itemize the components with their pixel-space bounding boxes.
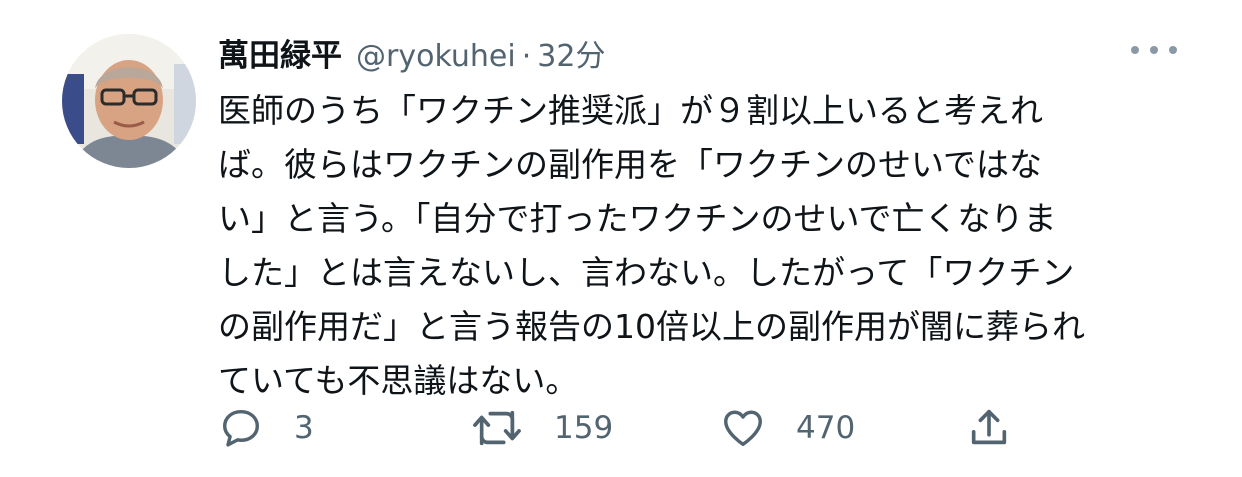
tweet-timestamp[interactable]: 32分 bbox=[537, 31, 605, 75]
tweet[interactable]: 萬田緑平 @ryokuhei · 32分 医師のうち「ワクチン推奨派」が９割以上… bbox=[0, 0, 1242, 477]
tweet-text-line: の副作用だ」と言う報告の10倍以上の副作用が闇に葬られ bbox=[218, 307, 1085, 346]
reply-icon bbox=[218, 405, 264, 451]
tweet-text-line: ていても不思議はない。 bbox=[218, 361, 579, 400]
retweet-button[interactable]: 159 bbox=[470, 402, 613, 454]
tweet-text: 医師のうち「ワクチン推奨派」が９割以上いると考えれ ば。彼らはワクチンの副作用を… bbox=[218, 84, 1158, 408]
heart-icon bbox=[720, 405, 766, 451]
share-button[interactable] bbox=[966, 402, 1012, 454]
more-dot bbox=[1169, 46, 1177, 54]
like-count: 470 bbox=[796, 410, 856, 446]
reply-count: 3 bbox=[294, 410, 314, 446]
more-options-icon[interactable] bbox=[1131, 38, 1177, 62]
more-dot bbox=[1131, 46, 1139, 54]
tweet-text-line: 医師のうち「ワクチン推奨派」が９割以上いると考えれ bbox=[218, 91, 1043, 130]
author-name[interactable]: 萬田緑平 bbox=[218, 30, 342, 75]
more-dot bbox=[1150, 46, 1158, 54]
reply-button[interactable]: 3 bbox=[218, 402, 314, 454]
tweet-header: 萬田緑平 @ryokuhei · 32分 bbox=[218, 30, 605, 74]
avatar[interactable] bbox=[62, 34, 196, 168]
like-button[interactable]: 470 bbox=[720, 402, 855, 454]
share-icon bbox=[966, 405, 1012, 451]
action-bar: 3 159 470 bbox=[218, 402, 1038, 454]
tweet-text-line: い」と言う。「自分で打ったワクチンのせいで亡くなりま bbox=[218, 199, 1057, 238]
tweet-text-line: ば。彼らはワクチンの副作用を「ワクチンのせいではな bbox=[218, 145, 1043, 184]
author-handle[interactable]: @ryokuhei bbox=[356, 39, 516, 74]
retweet-icon bbox=[470, 405, 524, 451]
retweet-count: 159 bbox=[554, 410, 614, 446]
separator-dot: · bbox=[521, 39, 532, 74]
tweet-text-line: した」とは言えないし、言わない。したがって「ワクチン bbox=[218, 253, 1075, 292]
